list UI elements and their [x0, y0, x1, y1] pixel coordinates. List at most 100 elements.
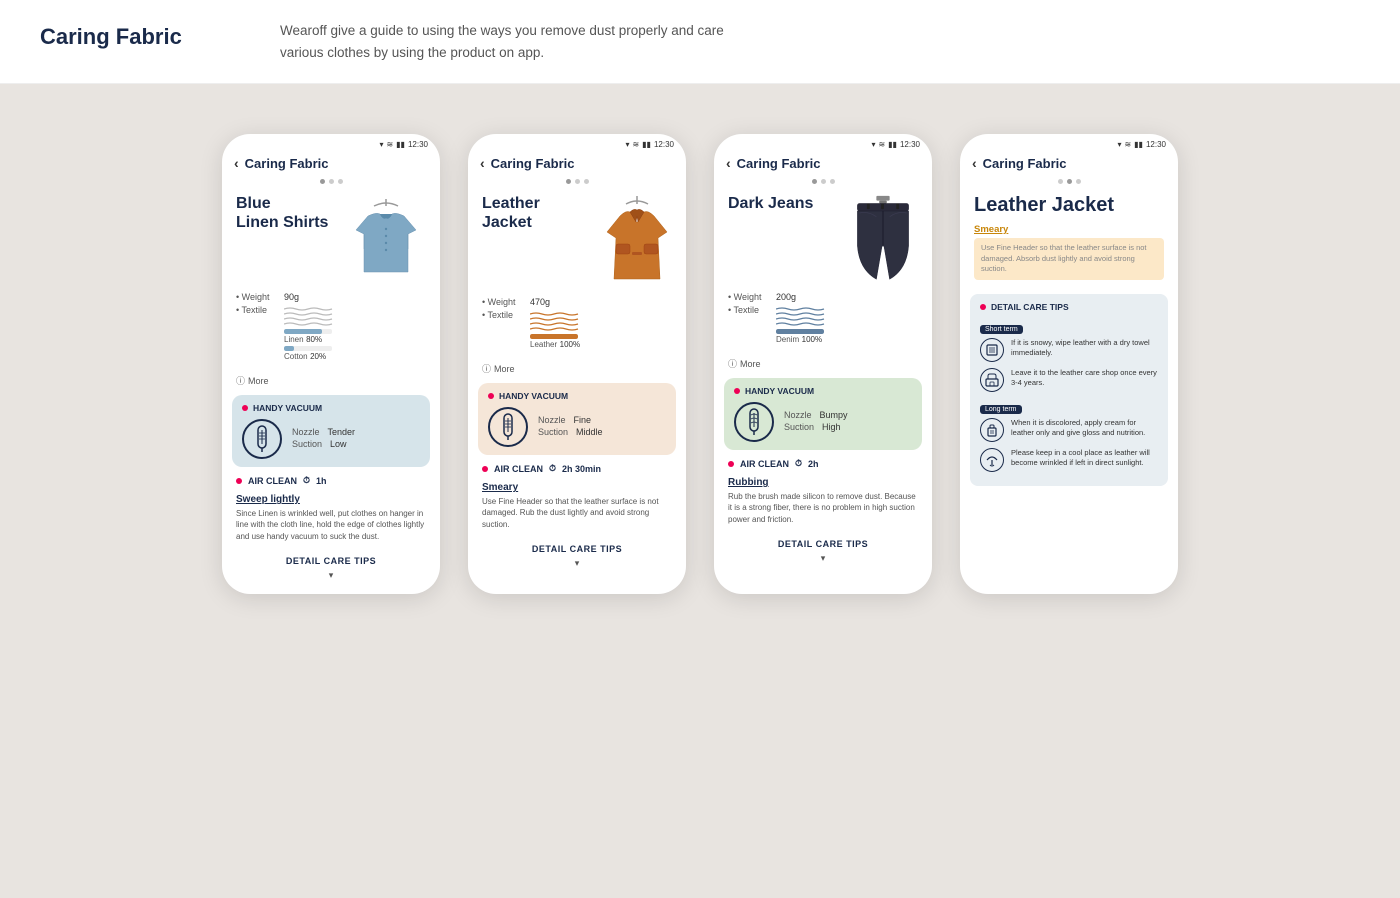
dot-3-1: [812, 179, 817, 184]
more-link-2[interactable]: ⓘMore: [468, 358, 686, 379]
care-tip-1: If it is snowy, wipe leather with a dry …: [980, 338, 1158, 362]
vacuum-title-1: HANDY VACUUM: [242, 403, 420, 413]
phone-4: ▾ ≋ ▮▮ 12:30 ‹ Caring Fabric Leather Jac…: [960, 134, 1178, 594]
vacuum-section-1: HANDY VACUUM Nozzle Tend: [232, 395, 430, 467]
battery-icon: ▮▮: [396, 140, 405, 149]
battery-icon-4: ▮▮: [1134, 140, 1143, 149]
dot-4-1: [1058, 179, 1063, 184]
care-tip-text-1: If it is snowy, wipe leather with a dry …: [1011, 338, 1158, 359]
time-display-3: 12:30: [900, 140, 920, 149]
detail-tips-footer-2[interactable]: DETAIL CARE TIPS: [468, 536, 686, 558]
air-clean-3: AIR CLEAN ⏱ 2h: [714, 454, 932, 473]
care-tip-text-4: Please keep in a cool place as leather w…: [1011, 448, 1158, 469]
tag-subtitle: Smeary: [974, 224, 1164, 235]
jeans-image: [848, 194, 918, 284]
short-term-badge: Short term: [980, 325, 1023, 334]
care-tip-2: Leave it to the leather care shop once e…: [980, 368, 1158, 392]
battery-icon-2: ▮▮: [642, 140, 651, 149]
dot-3: [338, 179, 343, 184]
phone-1: ▾ ≋ ▮▮ 12:30 ‹ Caring Fabric BlueLinen S…: [222, 134, 440, 594]
signal-icon-3: ▾: [871, 140, 875, 149]
wifi-icon-2: ≋: [632, 140, 639, 149]
method-desc-1: Since Linen is wrinkled well, put clothe…: [236, 508, 426, 542]
method-title-1: Sweep lightly: [236, 494, 426, 505]
page-dots-2: [468, 177, 686, 190]
app-name-1: Caring Fabric: [245, 156, 329, 171]
care-tip-text-2: Leave it to the leather care shop once e…: [1011, 368, 1158, 389]
status-bar-2: ▾ ≋ ▮▮ 12:30: [468, 134, 686, 151]
detail-tips-footer-3[interactable]: DETAIL CARE TIPS: [714, 531, 932, 553]
vacuum-section-2: HANDY VACUUM Nozzle Fine: [478, 383, 676, 455]
header-description: Wearoff give a guide to using the ways y…: [280, 20, 740, 63]
product-section-1: BlueLinen Shirts: [222, 190, 440, 292]
product-name-section-4: Leather Jacket: [960, 190, 1178, 216]
back-arrow-icon[interactable]: ‹: [234, 155, 239, 171]
signal-icon-4: ▾: [1117, 140, 1121, 149]
page-dots-4: [960, 177, 1178, 190]
wifi-icon-3: ≋: [878, 140, 885, 149]
chevron-down-2: ▾: [468, 558, 686, 575]
more-link-3[interactable]: ⓘMore: [714, 353, 932, 374]
back-arrow-icon-4[interactable]: ‹: [972, 155, 977, 171]
status-bar-4: ▾ ≋ ▮▮ 12:30: [960, 134, 1178, 151]
towel-icon: [980, 338, 1004, 362]
page-dots-1: [222, 177, 440, 190]
phone-header-1: ‹ Caring Fabric: [222, 151, 440, 177]
vacuum-icon-3: [734, 402, 774, 442]
app-name-4: Caring Fabric: [983, 156, 1067, 171]
care-tag-section: Smeary Use Fine Header so that the leath…: [960, 216, 1178, 290]
wifi-icon-4: ≋: [1124, 140, 1131, 149]
vacuum-details-2: Nozzle Fine Suction Middle: [538, 415, 603, 439]
tag-desc: Use Fine Header so that the leather surf…: [974, 238, 1164, 280]
product-details-3: • Weight 200g • Textile Denim 100%: [714, 292, 932, 353]
method-desc-2: Use Fine Header so that the leather surf…: [482, 496, 672, 530]
cream-icon: [980, 418, 1004, 442]
app-name-3: Caring Fabric: [737, 156, 821, 171]
textile-pattern-2: [530, 310, 580, 332]
method-desc-3: Rub the brush made silicon to remove dus…: [728, 491, 918, 525]
product-section-3: Dark Jeans: [714, 190, 932, 292]
more-link-1[interactable]: ⓘMore: [222, 370, 440, 391]
phone-3: ▾ ≋ ▮▮ 12:30 ‹ Caring Fabric Dark Jeans: [714, 134, 932, 594]
chevron-down-1: ▾: [222, 570, 440, 587]
phone-header-3: ‹ Caring Fabric: [714, 151, 932, 177]
dot-3-2: [821, 179, 826, 184]
phone-2: ▾ ≋ ▮▮ 12:30 ‹ Caring Fabric LeatherJack…: [468, 134, 686, 594]
back-arrow-icon-3[interactable]: ‹: [726, 155, 731, 171]
textile-pattern-1: [284, 305, 334, 327]
care-tip-4: Please keep in a cool place as leather w…: [980, 448, 1158, 472]
method-title-3: Rubbing: [728, 477, 918, 488]
jacket-image: [602, 194, 672, 289]
product-name-3: Dark Jeans: [728, 194, 813, 213]
product-section-2: LeatherJacket: [468, 190, 686, 297]
care-tip-text-3: When it is discolored, apply cream for l…: [1011, 418, 1158, 439]
dot-2-2: [575, 179, 580, 184]
method-title-2: Smeary: [482, 482, 672, 493]
product-name-4: Leather Jacket: [974, 194, 1164, 216]
detail-tips-footer-1[interactable]: DETAIL CARE TIPS: [222, 548, 440, 570]
phones-container: ▾ ≋ ▮▮ 12:30 ‹ Caring Fabric BlueLinen S…: [0, 84, 1400, 644]
long-term-badge: Long term: [980, 405, 1022, 414]
dot-4-2: [1067, 179, 1072, 184]
dot-2-1: [566, 179, 571, 184]
shop-icon: [980, 368, 1004, 392]
signal-icon-2: ▾: [625, 140, 629, 149]
dot-2: [329, 179, 334, 184]
vacuum-icon-1: [242, 419, 282, 459]
app-name-2: Caring Fabric: [491, 156, 575, 171]
vacuum-section-3: HANDY VACUUM Nozzle Bump: [724, 378, 922, 450]
product-name-1: BlueLinen Shirts: [236, 194, 328, 232]
page-dots-3: [714, 177, 932, 190]
method-section-1: Sweep lightly Since Linen is wrinkled we…: [222, 490, 440, 548]
time-display: 12:30: [408, 140, 428, 149]
air-clean-2: AIR CLEAN ⏱ 2h 30min: [468, 459, 686, 478]
care-block-title: DETAIL CARE TIPS: [980, 302, 1158, 312]
phone-header-4: ‹ Caring Fabric: [960, 151, 1178, 177]
time-display-4: 12:30: [1146, 140, 1166, 149]
vacuum-title-2: HANDY VACUUM: [488, 391, 666, 401]
vacuum-details-3: Nozzle Bumpy Suction High: [784, 410, 848, 434]
back-arrow-icon-2[interactable]: ‹: [480, 155, 485, 171]
page-title: Caring Fabric: [40, 20, 200, 50]
chevron-down-3: ▾: [714, 553, 932, 570]
vacuum-icon-2: [488, 407, 528, 447]
